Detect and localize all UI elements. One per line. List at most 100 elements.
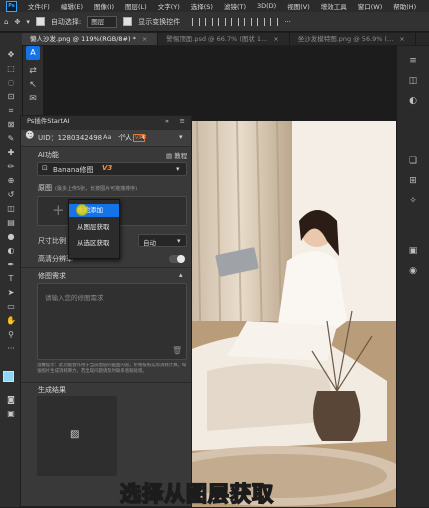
eyedropper-tool-icon[interactable]: ✎ <box>6 134 16 144</box>
menu-image[interactable]: 图像(I) <box>94 1 114 11</box>
layer-select-dropdown[interactable]: 图层 <box>87 15 118 28</box>
menu-3d[interactable]: 3D(D) <box>257 2 276 10</box>
move-tool-icon[interactable]: ✥ <box>6 50 16 60</box>
channels-icon[interactable]: ⊞ <box>406 176 420 186</box>
zoom-tool-icon[interactable]: ⚲ <box>6 330 16 340</box>
align-right-icon[interactable] <box>218 17 227 26</box>
startai-logo-icon[interactable]: A <box>26 46 40 60</box>
document-image[interactable] <box>187 121 407 507</box>
close-icon[interactable]: × <box>142 35 147 43</box>
edit-request-placeholder: 请输入您的修图需求 <box>45 294 104 302</box>
book-icon: ▤ <box>166 152 173 160</box>
edit-request-label: 修图需求 <box>38 272 66 280</box>
chat-icon[interactable]: ✉ <box>26 94 40 104</box>
hand-tool-icon[interactable]: ✋ <box>6 316 16 326</box>
marquee-tool-icon[interactable]: ⬚ <box>6 64 16 74</box>
close-icon[interactable]: × <box>273 35 278 43</box>
quick-mask-icon[interactable]: ◙ <box>6 395 16 405</box>
properties-icon[interactable]: ◫ <box>406 76 420 86</box>
aspect-ratio-dropdown[interactable]: 自动 ▾ <box>138 234 187 247</box>
frame-tool-icon[interactable]: ⊠ <box>6 120 16 130</box>
gradient-tool-icon[interactable]: ▤ <box>6 218 16 228</box>
crop-tool-icon[interactable]: ⌗ <box>6 106 16 116</box>
history-brush-icon[interactable]: ↺ <box>6 190 16 200</box>
path-select-tool-icon[interactable]: ➤ <box>6 288 16 298</box>
history-icon[interactable]: ≡ <box>406 56 420 66</box>
hd-resolution-toggle[interactable] <box>169 255 185 263</box>
menu-item-from-selection[interactable]: 从选区获取 <box>69 237 119 250</box>
model-select-dropdown[interactable]: ⊡ Banana修图 V3 ▾ <box>37 162 187 176</box>
panel-menu-button[interactable]: ≡ <box>180 116 185 127</box>
menu-help[interactable]: 帮助(H) <box>393 1 416 11</box>
color-icon[interactable]: ◉ <box>406 266 420 276</box>
chevron-down-icon[interactable]: ▾ <box>26 18 30 26</box>
panel-title-bar: Ps插件StartAI » ≡ <box>21 116 191 127</box>
type-tool-icon[interactable]: T <box>6 274 16 284</box>
adjustments-icon[interactable]: ◐ <box>406 96 420 106</box>
tab-label: 坐沙发模特图.png @ 56.9% (... <box>297 35 394 43</box>
chevron-down-icon[interactable]: ▾ <box>179 133 183 141</box>
tab-model-sofa[interactable]: 坐沙发模特图.png @ 56.9% (... × <box>290 33 416 45</box>
ai-function-row: AI功能 ▤ 教程 <box>21 149 191 161</box>
tab-ceiling[interactable]: 警惕顶面.psd @ 66.7% (图状 1... × <box>158 33 290 45</box>
menu-layer[interactable]: 图层(L) <box>125 1 147 11</box>
tutorial-link[interactable]: ▤ 教程 <box>166 150 187 160</box>
pen-tool-icon[interactable]: ✒ <box>6 260 16 270</box>
menu-plugins[interactable]: 增效工具 <box>321 1 347 11</box>
tab-lazy-sofa[interactable]: 懒人沙发.png @ 119%(RGB/8#) * × <box>22 33 159 45</box>
vip-badge: VIP <box>133 134 145 142</box>
menu-window[interactable]: 窗口(W) <box>358 1 383 11</box>
menu-edit[interactable]: 编辑(E) <box>61 1 83 11</box>
align-top-icon[interactable] <box>231 17 240 26</box>
paths-icon[interactable]: ✧ <box>406 196 420 206</box>
brush-tool-icon[interactable]: ✏ <box>6 162 16 172</box>
libraries-icon[interactable]: ▣ <box>406 246 420 256</box>
menu-file[interactable]: 文件(F) <box>28 1 50 11</box>
lasso-tool-icon[interactable]: ◌ <box>6 78 16 88</box>
swap-icon[interactable]: ⇄ <box>26 66 40 76</box>
chevron-down-icon: ▾ <box>177 237 181 245</box>
options-bar: ⌂ ✥ ▾ 自动选择: 图层 显示变换控件 ··· <box>0 12 429 32</box>
image-placeholder-icon: ▨ <box>70 429 80 440</box>
menu-filter[interactable]: 滤镜(T) <box>224 1 246 11</box>
stamp-tool-icon[interactable]: ⊕ <box>6 176 16 186</box>
home-icon[interactable]: ⌂ <box>4 18 8 26</box>
eraser-tool-icon[interactable]: ◫ <box>6 204 16 214</box>
menu-item-from-layer[interactable]: 从图层获取 <box>69 221 119 234</box>
align-bottom-icon[interactable] <box>257 17 266 26</box>
user-info-row: ☻ UID：1280342498 个人 VIP ▾ <box>21 131 191 145</box>
foreground-color-swatch[interactable] <box>3 371 14 382</box>
healing-brush-icon[interactable]: ✚ <box>6 148 16 158</box>
tab-label: 警惕顶面.psd @ 66.7% (图状 1... <box>166 35 268 43</box>
menu-type[interactable]: 文字(Y) <box>158 1 180 11</box>
toggle-knob <box>177 255 185 263</box>
chevron-up-icon[interactable]: ▴ <box>179 271 183 279</box>
user-group-icon: ☻ <box>25 131 35 141</box>
result-label: 生成结果 <box>38 386 66 394</box>
align-center-icon[interactable] <box>205 17 214 26</box>
more-options-icon[interactable]: ··· <box>284 18 291 26</box>
more-tools-icon[interactable]: ··· <box>6 344 16 354</box>
photoshop-logo-icon: Ps <box>6 0 17 12</box>
close-icon[interactable]: × <box>399 35 404 43</box>
rectangle-tool-icon[interactable]: ▭ <box>6 302 16 312</box>
object-select-tool-icon[interactable]: ⊡ <box>6 92 16 102</box>
dodge-tool-icon[interactable]: ◐ <box>6 246 16 256</box>
cursor-icon[interactable]: ↖ <box>26 80 40 90</box>
menu-view[interactable]: 视图(V) <box>287 1 310 11</box>
show-transform-checkbox[interactable] <box>123 17 133 26</box>
result-preview[interactable]: ▨ <box>37 396 117 476</box>
add-image-plus-icon[interactable]: + <box>52 201 65 219</box>
edit-request-textarea[interactable]: 请输入您的修图需求 🗑 <box>37 283 187 360</box>
align-middle-icon[interactable] <box>244 17 253 26</box>
menu-select[interactable]: 选择(S) <box>191 1 213 11</box>
move-tool-icon[interactable]: ✥ <box>14 18 20 26</box>
collapse-panel-button[interactable]: » <box>165 116 169 127</box>
layers-icon[interactable]: ❏ <box>406 156 420 166</box>
trash-icon[interactable]: 🗑 <box>172 346 182 355</box>
screen-mode-icon[interactable]: ▣ <box>6 409 16 419</box>
auto-select-checkbox[interactable] <box>35 17 45 26</box>
align-left-icon[interactable] <box>192 17 201 26</box>
distribute-icon[interactable] <box>270 17 279 26</box>
blur-tool-icon[interactable]: ● <box>6 232 16 242</box>
